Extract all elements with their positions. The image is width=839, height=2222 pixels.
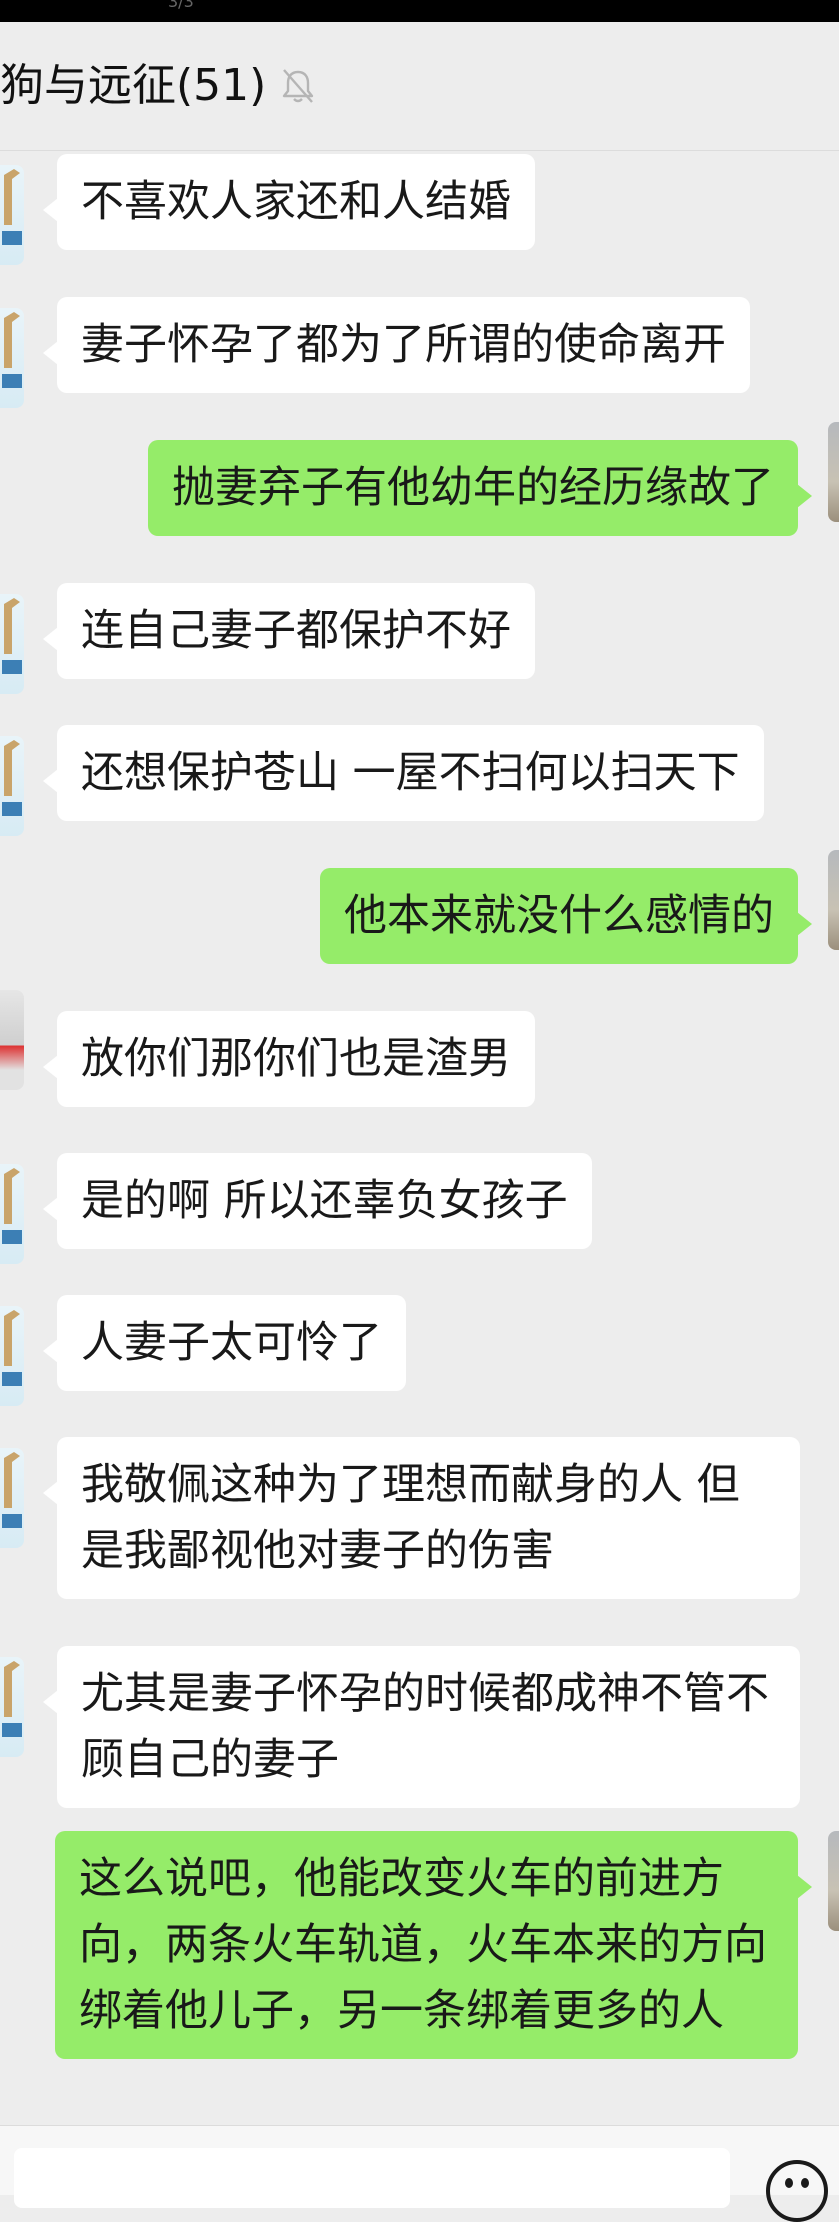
avatar[interactable] bbox=[0, 1306, 24, 1406]
avatar[interactable] bbox=[0, 1657, 24, 1757]
message-bubble[interactable]: 这么说吧，他能改变火车的前进方向，两条火车轨道，火车本来的方向绑着他儿子，另一条… bbox=[55, 1831, 812, 2059]
message-bubble[interactable]: 人妻子太可怜了 bbox=[43, 1295, 406, 1391]
giraffe-avatar-icon bbox=[2, 740, 22, 816]
emoji-icon[interactable] bbox=[766, 2160, 828, 2222]
avatar[interactable] bbox=[828, 850, 839, 950]
avatar[interactable] bbox=[828, 1831, 839, 1931]
input-bar bbox=[0, 2125, 839, 2222]
message-text: 放你们那你们也是渣男 bbox=[81, 1034, 511, 1084]
message-bubble[interactable]: 抛妻弃子有他幼年的经历缘故了 bbox=[148, 440, 812, 536]
message-bubble[interactable]: 放你们那你们也是渣男 bbox=[43, 1011, 535, 1107]
avatar[interactable] bbox=[0, 1164, 24, 1264]
message-bubble[interactable]: 妻子怀孕了都为了所谓的使命离开 bbox=[43, 297, 750, 393]
emoji-eye bbox=[785, 2178, 793, 2188]
message-bubble[interactable]: 尤其是妻子怀孕的时候都成神不管不顾自己的妻子 bbox=[43, 1646, 800, 1808]
message-text: 尤其是妻子怀孕的时候都成神不管不顾自己的妻子 bbox=[81, 1669, 769, 1785]
avatar[interactable] bbox=[0, 308, 24, 408]
giraffe-avatar-icon bbox=[2, 1310, 22, 1386]
giraffe-avatar-icon bbox=[2, 169, 22, 245]
giraffe-avatar-icon bbox=[2, 1452, 22, 1528]
avatar[interactable] bbox=[0, 736, 24, 836]
message-text: 是的啊 所以还辜负女孩子 bbox=[81, 1176, 568, 1226]
message-bubble[interactable]: 不喜欢人家还和人结婚 bbox=[43, 154, 535, 250]
bell-off-icon bbox=[282, 69, 314, 103]
message-text: 抛妻弃子有他幼年的经历缘故了 bbox=[172, 463, 774, 513]
page-indicator: 3/3 bbox=[168, 0, 194, 11]
message-list[interactable]: 不喜欢人家还和人结婚 妻子怀孕了都为了所谓的使命离开 抛妻弃子有他幼年的经历缘故… bbox=[0, 150, 839, 2125]
message-text: 这么说吧，他能改变火车的前进方向，两条火车轨道，火车本来的方向绑着他儿子，另一条… bbox=[79, 1854, 767, 2036]
avatar[interactable] bbox=[0, 165, 24, 265]
avatar[interactable] bbox=[0, 990, 24, 1090]
avatar[interactable] bbox=[0, 594, 24, 694]
message-text: 他本来就没什么感情的 bbox=[344, 891, 774, 941]
status-bar: 3/3 bbox=[0, 0, 839, 22]
message-bubble[interactable]: 连自己妻子都保护不好 bbox=[43, 583, 535, 679]
giraffe-avatar-icon bbox=[2, 1661, 22, 1737]
chat-header: 狗与远征(51) bbox=[0, 22, 839, 151]
message-text: 我敬佩这种为了理想而献身的人 但是我鄙视他对妻子的伤害 bbox=[81, 1460, 740, 1576]
message-text: 还想保护苍山 一屋不扫何以扫天下 bbox=[81, 748, 740, 798]
giraffe-avatar-icon bbox=[2, 598, 22, 674]
avatar[interactable] bbox=[828, 422, 839, 522]
message-bubble[interactable]: 还想保护苍山 一屋不扫何以扫天下 bbox=[43, 725, 764, 821]
message-text: 妻子怀孕了都为了所谓的使命离开 bbox=[81, 320, 726, 370]
message-bubble[interactable]: 是的啊 所以还辜负女孩子 bbox=[43, 1153, 592, 1249]
message-text: 不喜欢人家还和人结婚 bbox=[81, 177, 511, 227]
emoji-eye bbox=[801, 2178, 809, 2188]
giraffe-avatar-icon bbox=[2, 1168, 22, 1244]
message-bubble[interactable]: 我敬佩这种为了理想而献身的人 但是我鄙视他对妻子的伤害 bbox=[43, 1437, 800, 1599]
message-bubble[interactable]: 他本来就没什么感情的 bbox=[320, 868, 812, 964]
chat-title[interactable]: 狗与远征(51) bbox=[0, 56, 266, 116]
message-text: 人妻子太可怜了 bbox=[81, 1318, 382, 1368]
giraffe-avatar-icon bbox=[2, 312, 22, 388]
message-input[interactable] bbox=[14, 2148, 730, 2208]
avatar[interactable] bbox=[0, 1448, 24, 1548]
message-text: 连自己妻子都保护不好 bbox=[81, 606, 511, 656]
